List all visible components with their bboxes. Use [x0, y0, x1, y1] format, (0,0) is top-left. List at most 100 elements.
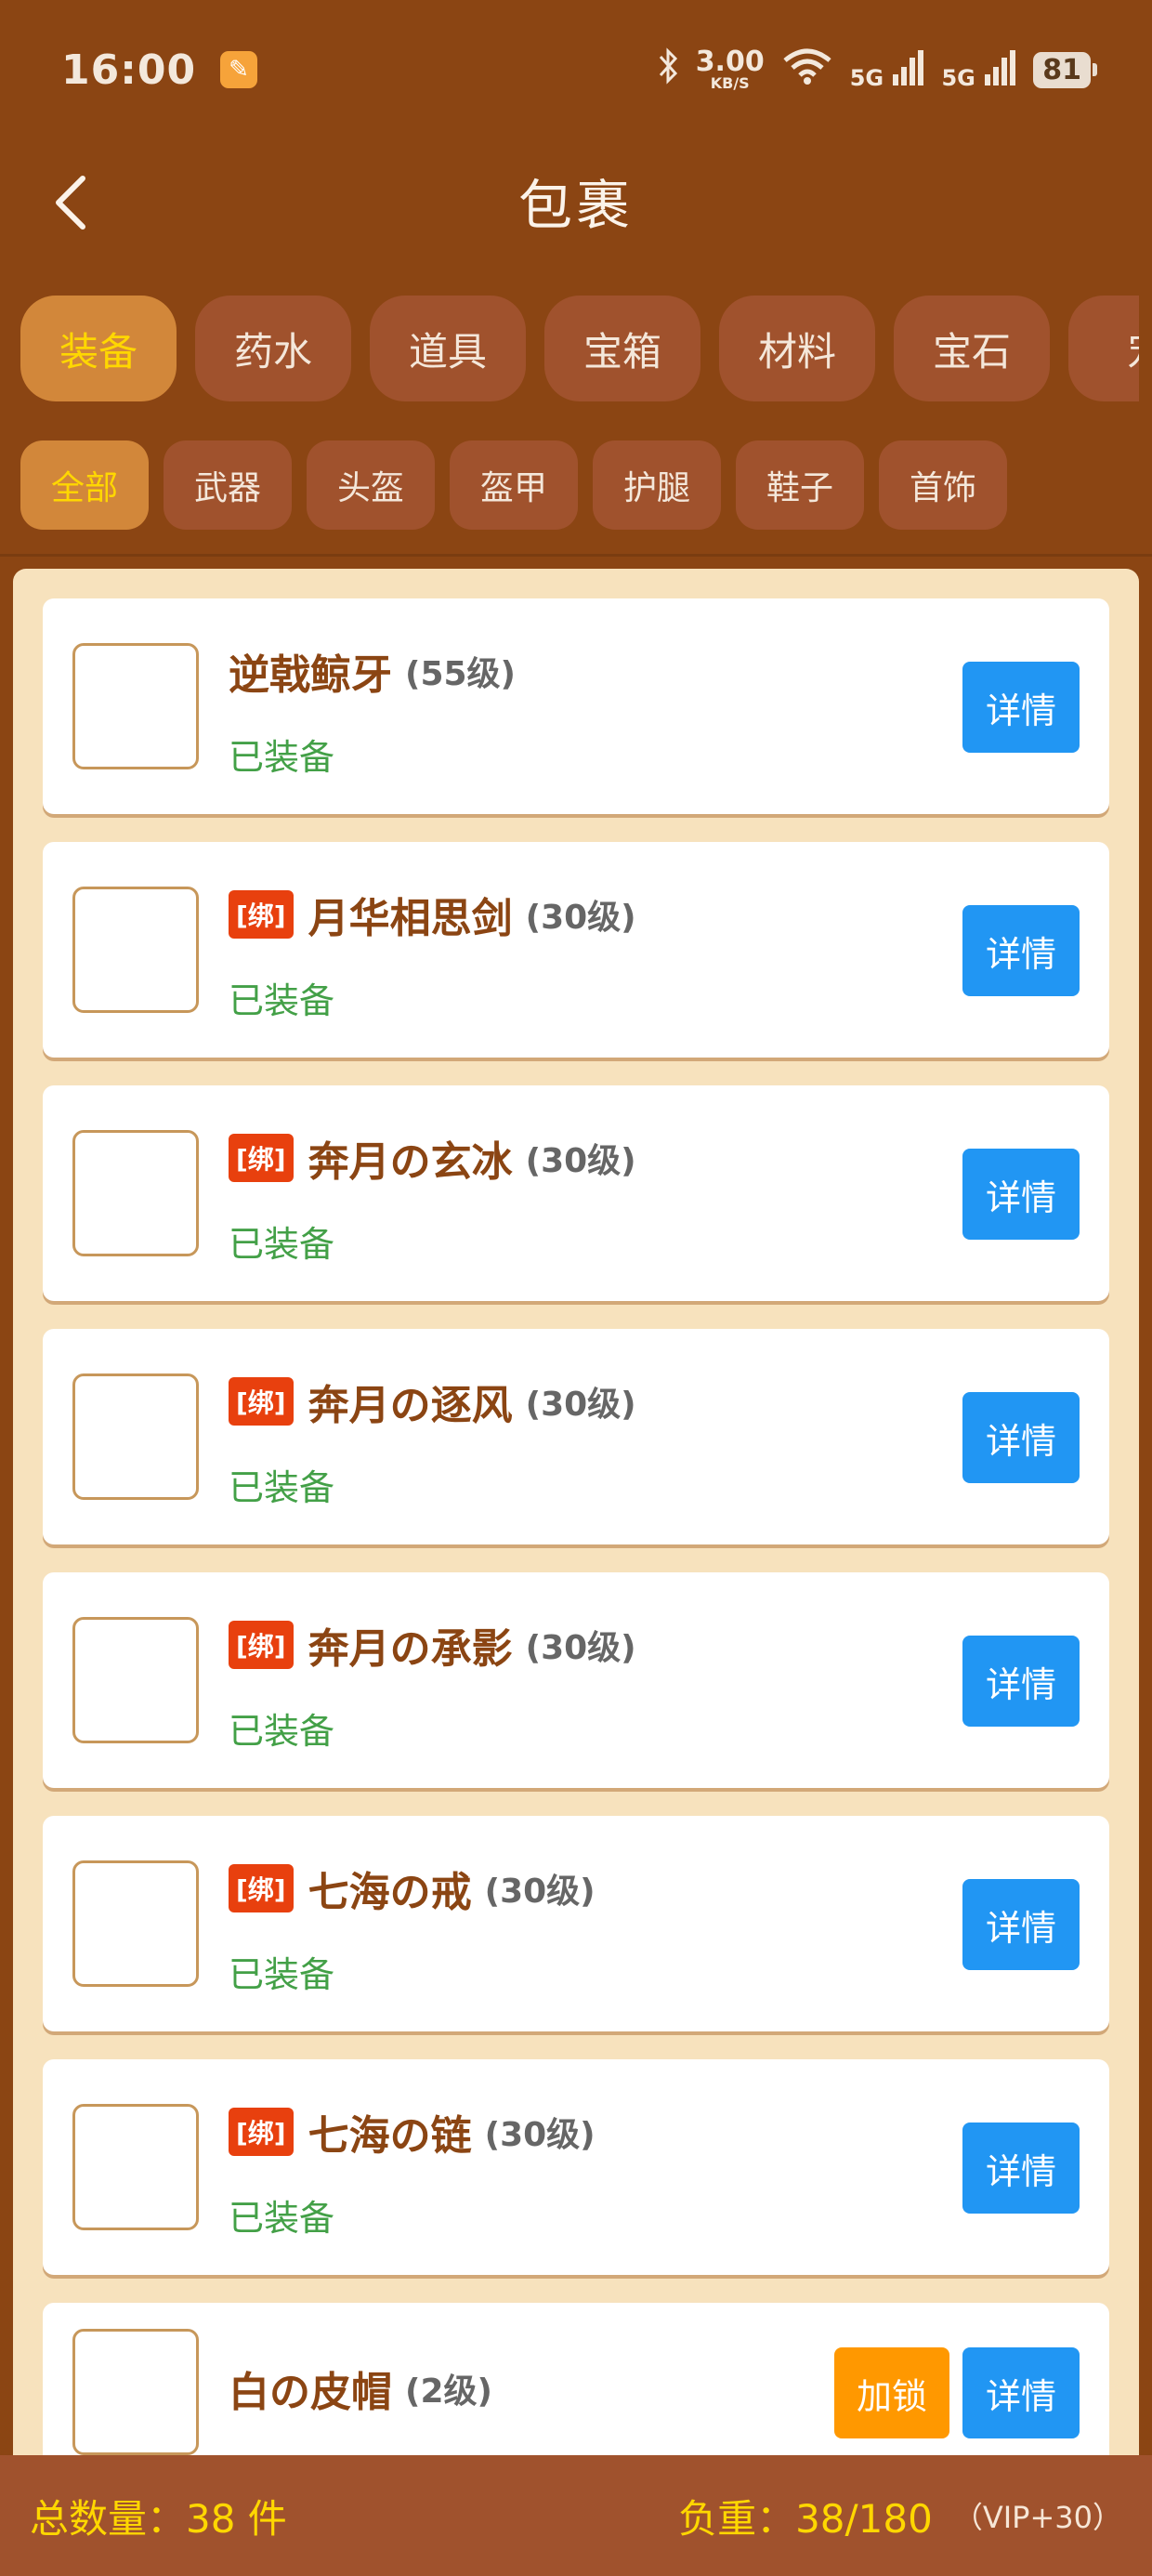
item-icon-slot [72, 2329, 199, 2455]
vip-bonus: （VIP+30） [952, 2500, 1122, 2535]
list-item[interactable]: 逆戟鲸牙 (55级) 已装备 详情 [43, 598, 1109, 814]
subtab-leggings[interactable]: 护腿 [593, 440, 721, 530]
bound-badge: [绑] [229, 2108, 294, 2156]
detail-button[interactable]: 详情 [962, 1879, 1080, 1970]
item-title: 逆戟鲸牙 (55级) [229, 641, 516, 701]
detail-button[interactable]: 详情 [962, 1392, 1080, 1483]
detail-button[interactable]: 详情 [962, 662, 1080, 753]
item-status: 已装备 [229, 2198, 335, 2239]
item-icon-slot [72, 1130, 199, 1256]
detail-button[interactable]: 详情 [962, 905, 1080, 996]
category-tabs[interactable]: 装备药水道具宝箱材料宝石宠 [0, 296, 1139, 405]
item-level: (30级) [525, 1142, 636, 1180]
network-type-1: 5G [849, 65, 884, 91]
tab-equipment[interactable]: 装备 [20, 296, 177, 401]
subtab-shoes[interactable]: 鞋子 [736, 440, 864, 530]
list-item[interactable]: [绑] 奔月の逐风 (30级) 已装备 详情 [43, 1329, 1109, 1544]
status-indicators: 3.00 KB/S 5G 5G 81 [657, 46, 1097, 93]
battery-indicator: 81 [1033, 51, 1097, 88]
item-icon-slot [72, 643, 199, 769]
wifi-icon [781, 47, 833, 93]
item-title: [绑] 奔月の逐风 (30级) [229, 1372, 636, 1431]
item-status: 已装备 [229, 1954, 335, 1995]
network-speed-unit: KB/S [710, 74, 750, 92]
tab-gems[interactable]: 宝石 [894, 296, 1050, 401]
item-icon-slot [72, 1373, 199, 1500]
item-name: 奔月の承影 [308, 1625, 513, 1673]
tab-materials[interactable]: 材料 [719, 296, 875, 401]
tab-pets[interactable]: 宠 [1068, 296, 1139, 401]
bound-badge: [绑] [229, 1864, 294, 1912]
item-status: 已装备 [229, 980, 335, 1021]
header: 包裹 [0, 139, 1152, 265]
sub-tabs: 全部 武器 头盔 盔甲 护腿 鞋子 首饰 [0, 440, 1152, 530]
tab-props[interactable]: 道具 [370, 296, 526, 401]
signal-bars-icon [985, 50, 1016, 85]
item-name: 七海の戒 [308, 1869, 472, 1916]
tab-chest[interactable]: 宝箱 [544, 296, 700, 401]
app-notification-icon: ✎ [220, 51, 258, 88]
item-icon-slot [72, 1860, 199, 1987]
divider [0, 554, 1152, 557]
list-item[interactable]: [绑] 奔月の承影 (30级) 已装备 详情 [43, 1572, 1109, 1788]
subtab-weapon[interactable]: 武器 [164, 440, 292, 530]
bound-badge: [绑] [229, 1377, 294, 1426]
item-status: 已装备 [229, 1711, 335, 1752]
weight-capacity: 负重：38/180 [678, 2495, 933, 2542]
item-level: (30级) [484, 2116, 596, 2154]
item-level: (2级) [405, 2372, 492, 2411]
lock-button[interactable]: 加锁 [834, 2347, 949, 2438]
network-speed-value: 3.00 [695, 46, 765, 78]
list-item[interactable]: [绑] 奔月の玄冰 (30级) 已装备 详情 [43, 1085, 1109, 1301]
subtab-armor[interactable]: 盔甲 [450, 440, 578, 530]
item-icon-slot [72, 2104, 199, 2230]
status-bar: 16:00 ✎ 3.00 KB/S 5G 5G 81 [0, 0, 1152, 139]
item-level: (55级) [405, 655, 517, 693]
page-title: 包裹 [517, 174, 634, 237]
item-name: 月华相思剑 [308, 895, 513, 942]
tab-potion[interactable]: 药水 [195, 296, 351, 401]
network-type-2: 5G [941, 65, 975, 91]
bluetooth-icon [657, 46, 679, 93]
item-title: [绑] 奔月の玄冰 (30级) [229, 1128, 636, 1188]
item-status: 已装备 [229, 737, 335, 778]
item-name: 白の皮帽 [229, 2369, 392, 2416]
detail-button[interactable]: 详情 [962, 2347, 1080, 2438]
item-status: 已装备 [229, 1467, 335, 1508]
subtab-jewelry[interactable]: 首饰 [879, 440, 1007, 530]
item-level: (30级) [525, 1629, 636, 1667]
list-item[interactable]: [绑] 七海の戒 (30级) 已装备 详情 [43, 1816, 1109, 2031]
item-title: 白の皮帽 (2级) [229, 2359, 492, 2418]
item-name: 奔月の玄冰 [308, 1138, 513, 1186]
cellular-signal-1: 5G [850, 48, 925, 91]
detail-button[interactable]: 详情 [962, 1149, 1080, 1240]
item-status: 已装备 [229, 1224, 335, 1265]
list-item[interactable]: [绑] 月华相思剑 (30级) 已装备 详情 [43, 842, 1109, 1058]
detail-button[interactable]: 详情 [962, 2123, 1080, 2214]
item-name: 七海の链 [308, 2112, 472, 2160]
subtab-all[interactable]: 全部 [20, 440, 149, 530]
item-level: (30级) [484, 1873, 596, 1911]
item-level: (30级) [525, 1386, 636, 1424]
item-title: [绑] 奔月の承影 (30级) [229, 1615, 636, 1675]
item-icon-slot [72, 1617, 199, 1743]
item-title: [绑] 七海の链 (30级) [229, 2102, 596, 2162]
bound-badge: [绑] [229, 1621, 294, 1669]
bound-badge: [绑] [229, 1134, 294, 1182]
item-name: 奔月の逐风 [308, 1382, 513, 1429]
bound-badge: [绑] [229, 890, 294, 939]
status-time: 16:00 [61, 46, 197, 94]
item-level: (30级) [525, 899, 636, 937]
item-title: [绑] 七海の戒 (30级) [229, 1859, 596, 1918]
signal-bars-icon [893, 50, 924, 85]
item-name: 逆戟鲸牙 [229, 651, 392, 699]
list-item[interactable]: 白の皮帽 (2级) 加锁 详情 [43, 2303, 1109, 2455]
item-title: [绑] 月华相思剑 (30级) [229, 885, 636, 944]
subtab-helmet[interactable]: 头盔 [307, 440, 435, 530]
list-item[interactable]: [绑] 七海の链 (30级) 已装备 详情 [43, 2059, 1109, 2275]
item-icon-slot [72, 887, 199, 1013]
footer-bar: 总数量：38 件 负重：38/180 （VIP+30） [0, 2455, 1152, 2576]
network-speed: 3.00 KB/S [696, 48, 765, 91]
item-list[interactable]: 逆戟鲸牙 (55级) 已装备 详情 [绑] 月华相思剑 (30级) 已装备 详情… [13, 569, 1139, 2455]
detail-button[interactable]: 详情 [962, 1636, 1080, 1727]
